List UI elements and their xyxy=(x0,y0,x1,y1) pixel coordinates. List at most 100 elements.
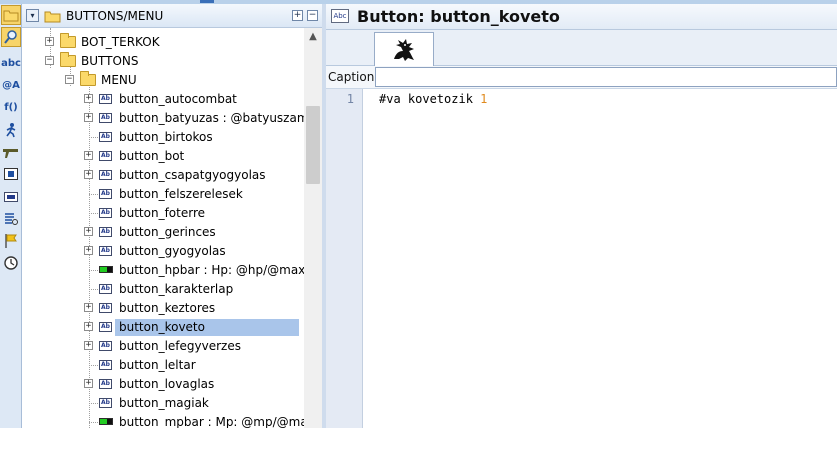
tree-connector xyxy=(89,403,98,404)
tree-node-bot-terkok[interactable]: + BOT_TERKOK xyxy=(22,33,304,52)
tree-dropdown-button[interactable]: ▾ xyxy=(26,9,39,22)
small-button-icon[interactable] xyxy=(1,187,21,207)
caption-row: Caption: xyxy=(326,66,837,88)
tree-node-label: button_magiak xyxy=(119,396,209,410)
expand-all-button[interactable]: + xyxy=(292,10,303,21)
tree-node-button-bot[interactable]: + Ab button_bot xyxy=(22,147,304,166)
tree-connector xyxy=(89,422,98,423)
expand-toggle[interactable]: + xyxy=(84,246,93,255)
dragon-icon xyxy=(394,38,414,61)
expand-toggle[interactable]: + xyxy=(84,151,93,160)
button-icon: Ab xyxy=(99,341,112,351)
tab-dragon-icon[interactable] xyxy=(374,32,434,66)
tree-node-button-karakterlap[interactable]: Ab button_karakterlap xyxy=(22,280,304,299)
caption-label: Caption: xyxy=(328,70,379,84)
tree-node-button-foterre[interactable]: Ab button_foterre xyxy=(22,204,304,223)
tree-node-button-koveto[interactable]: + Ab button_koveto xyxy=(22,318,304,337)
collapse-all-button[interactable]: − xyxy=(307,10,318,21)
tree-node-button-birtokos[interactable]: Ab button_birtokos xyxy=(22,128,304,147)
tree-connector xyxy=(89,137,98,138)
expand-toggle[interactable]: + xyxy=(84,113,93,122)
code-line[interactable]: #va kovetozik 1 xyxy=(379,92,487,106)
alias-glyph: @A xyxy=(2,80,20,91)
tree-node-label: MENU xyxy=(101,73,137,87)
expand-toggle[interactable]: + xyxy=(84,227,93,236)
button-icon: Ab xyxy=(99,379,112,389)
tree-node-button-gerinces[interactable]: + Ab button_gerinces xyxy=(22,223,304,242)
tree-node-button-keztores[interactable]: + Ab button_keztores xyxy=(22,299,304,318)
expand-toggle[interactable]: + xyxy=(84,303,93,312)
tree-node-label: button_batyuzas : @batyuszam xyxy=(119,111,304,125)
expand-toggle[interactable]: + xyxy=(84,94,93,103)
search-icon[interactable] xyxy=(1,27,21,47)
clock-icon[interactable] xyxy=(1,253,21,273)
scroll-thumb[interactable] xyxy=(306,106,320,184)
folder-icon[interactable] xyxy=(1,5,21,25)
function-icon[interactable]: f() xyxy=(1,98,21,118)
tree-node-button-magiak[interactable]: Ab button_magiak xyxy=(22,394,304,413)
tree-node-label: button_hpbar : Hp: @hp/@maxhp xyxy=(119,263,304,277)
editor-title-bar: Abc Button: button_koveto xyxy=(326,4,837,30)
tree-node-buttons[interactable]: − BUTTONS xyxy=(22,52,304,71)
button-icon: Ab xyxy=(99,284,112,294)
button-icon: Ab xyxy=(99,246,112,256)
button-icon[interactable] xyxy=(1,164,21,184)
button-icon: Ab xyxy=(99,360,112,370)
tree-node-button-lovaglas[interactable]: + Ab button_lovaglas xyxy=(22,375,304,394)
scroll-up-arrow-icon[interactable]: ▲ xyxy=(304,28,322,45)
button-icon: Ab xyxy=(99,170,112,180)
tree-node-label: button_csapatgyogyolas xyxy=(119,168,266,182)
tree-node-button-leltar[interactable]: Ab button_leltar xyxy=(22,356,304,375)
tree-node-label-selected: button_koveto xyxy=(115,319,299,336)
expand-toggle[interactable]: + xyxy=(84,341,93,350)
tree-node-menu[interactable]: − MENU xyxy=(22,71,304,90)
tree-scrollbar[interactable]: ▲ xyxy=(304,28,322,428)
tree-node-label: button_mpbar : Mp: @mp/@maxmp xyxy=(119,415,304,428)
flag-icon[interactable] xyxy=(1,231,21,251)
expand-toggle[interactable]: + xyxy=(84,379,93,388)
caption-input[interactable] xyxy=(375,67,837,87)
tree-node-button-lefegyverzes[interactable]: + Ab button_lefegyverzes xyxy=(22,337,304,356)
tree-node-button-felszerelesek[interactable]: Ab button_felszerelesek xyxy=(22,185,304,204)
button-icon: Ab xyxy=(99,113,112,123)
alias-icon[interactable]: @A xyxy=(1,76,21,96)
tree-node-button-hpbar[interactable]: button_hpbar : Hp: @hp/@maxhp xyxy=(22,261,304,280)
expand-toggle[interactable]: + xyxy=(84,322,93,331)
expand-toggle[interactable]: + xyxy=(45,37,54,46)
abc-icon[interactable]: abc xyxy=(1,54,21,74)
tree-node-button-mpbar[interactable]: button_mpbar : Mp: @mp/@maxmp xyxy=(22,413,304,428)
tree-node-label: BOT_TERKOK xyxy=(81,35,160,49)
tree-node-label: button_autocombat xyxy=(119,92,237,106)
folder-icon xyxy=(80,71,96,86)
runner-icon[interactable] xyxy=(1,120,21,140)
code-number: 1 xyxy=(480,92,488,106)
button-icon: Ab xyxy=(99,227,112,237)
tree-node-label: BUTTONS xyxy=(81,54,139,68)
tree-body: + BOT_TERKOK − BUTTONS − MENU + Ab butto… xyxy=(22,28,304,428)
gun-icon[interactable] xyxy=(1,142,21,162)
code-editor[interactable]: 1 #va kovetozik 1 xyxy=(326,88,837,429)
code-text: #va kovetozik xyxy=(379,92,481,106)
tree-node-button-autocombat[interactable]: + Ab button_autocombat xyxy=(22,90,304,109)
tree-node-button-csapatgyogyolas[interactable]: + Ab button_csapatgyogyolas xyxy=(22,166,304,185)
abc-glyph: abc xyxy=(1,58,21,69)
tree-connector xyxy=(89,213,98,214)
button-icon: Ab xyxy=(99,132,112,142)
tree-node-label: button_leltar xyxy=(119,358,196,372)
tree-node-label: button_lefegyverzes xyxy=(119,339,241,353)
gauge-bar-icon xyxy=(99,418,113,425)
expand-toggle[interactable]: + xyxy=(84,170,93,179)
tree-node-button-batyuzas[interactable]: + Ab button_batyuzas : @batyuszam xyxy=(22,109,304,128)
tree-node-label: button_gerinces xyxy=(119,225,216,239)
list-icon[interactable] xyxy=(1,209,21,229)
tree-node-button-gyogyolas[interactable]: + Ab button_gyogyolas xyxy=(22,242,304,261)
tree-header: ▾ BUTTONS/MENU + − xyxy=(22,4,322,28)
editor-panel: Abc Button: button_koveto Caption: 1 #va… xyxy=(326,4,837,429)
collapse-toggle[interactable]: − xyxy=(65,75,74,84)
button-icon: Ab xyxy=(99,94,112,104)
tree-node-label: button_bot xyxy=(119,149,185,163)
tree-node-label: button_lovaglas xyxy=(119,377,215,391)
tree-connector xyxy=(89,365,98,366)
button-icon: Ab xyxy=(99,208,112,218)
collapse-toggle[interactable]: − xyxy=(45,56,54,65)
